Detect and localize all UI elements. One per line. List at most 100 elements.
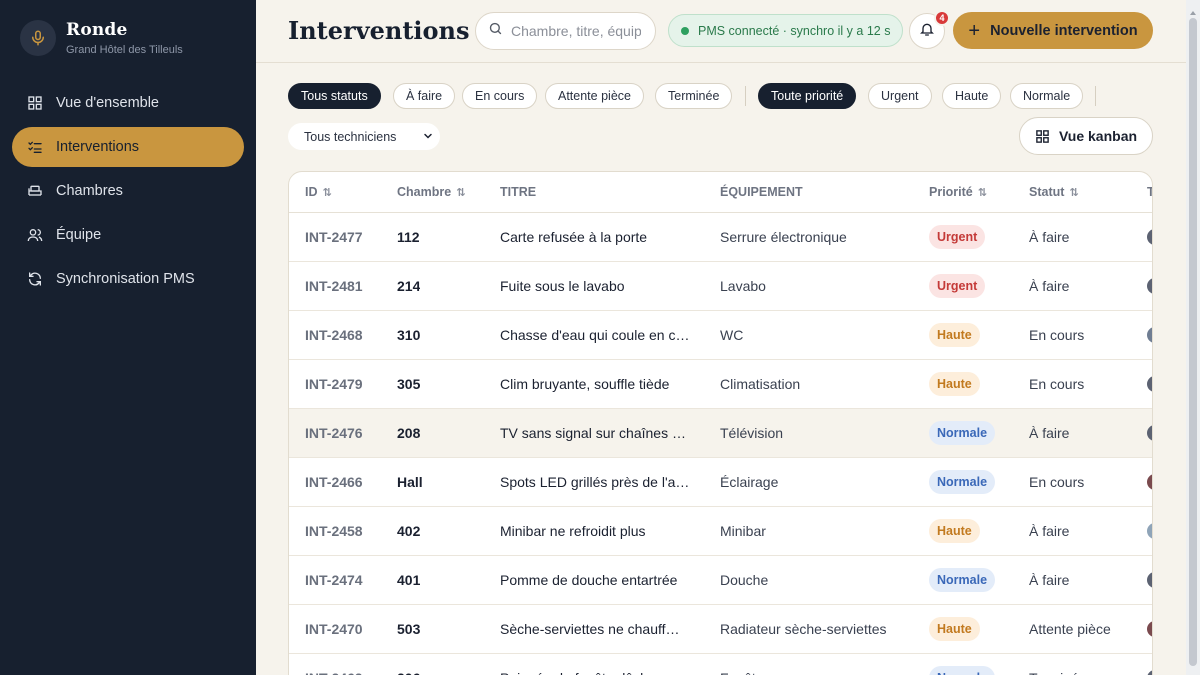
- status-text: En cours: [1029, 474, 1085, 490]
- technician-avatar: [1147, 376, 1152, 392]
- filter-priority-high[interactable]: Haute: [942, 83, 1002, 109]
- table-row[interactable]: INT-2468 310 Chasse d'eau qui coule en c… W…: [289, 311, 1152, 360]
- intervention-id: INT-2476: [305, 425, 363, 441]
- sort-icon: ⇅: [1069, 186, 1079, 199]
- table-row[interactable]: INT-2462 206 Poignée de fenêtre lâche Fenêt…: [289, 654, 1152, 675]
- room-number: 401: [397, 572, 421, 588]
- equipment: Lavabo: [720, 278, 766, 294]
- priority-badge: Urgent: [929, 274, 986, 298]
- room-number: 503: [397, 621, 421, 637]
- sync-icon: [26, 270, 44, 288]
- notifications-button[interactable]: 4: [909, 10, 950, 49]
- sidebar: Ronde Grand Hôtel des Tilleuls Vue d'ens…: [0, 0, 256, 675]
- sidebar-item-label: Chambres: [56, 183, 123, 199]
- room-number: Hall: [397, 474, 423, 490]
- sidebar-item-interventions[interactable]: Interventions: [12, 127, 244, 167]
- table-row[interactable]: INT-2476 208 TV sans signal sur chaînes … T…: [289, 409, 1152, 458]
- table-row[interactable]: INT-2479 305 Clim bruyante, souffle tiède C…: [289, 360, 1152, 409]
- table-row[interactable]: INT-2470 503 Sèche-serviettes ne chauff… Ra…: [289, 605, 1152, 654]
- status-text: À faire: [1029, 523, 1070, 539]
- filter-status-in-progress[interactable]: En cours: [462, 83, 538, 109]
- status-text: À faire: [1029, 572, 1070, 588]
- priority-badge: Haute: [929, 519, 980, 543]
- room-number: 208: [397, 425, 421, 441]
- status-text: À faire: [1029, 278, 1070, 294]
- status-text: En cours: [1029, 376, 1085, 392]
- sidebar-item-team[interactable]: Équipe: [12, 215, 244, 255]
- intervention-id: INT-2474: [305, 572, 363, 588]
- filter-status-todo[interactable]: À faire: [393, 83, 456, 109]
- pms-status-text: PMS connecté · synchro il y a 12 s: [698, 23, 891, 38]
- intervention-id: INT-2458: [305, 523, 363, 539]
- sidebar-nav: Vue d'ensemble Interventions Chambres Éq…: [12, 83, 244, 303]
- intervention-id: INT-2462: [305, 670, 363, 675]
- room-number: 112: [397, 229, 420, 245]
- new-intervention-label: Nouvelle intervention: [990, 22, 1138, 39]
- column-header-id[interactable]: ID ⇅: [305, 185, 332, 199]
- technician-avatar: [1147, 474, 1152, 490]
- page-title: Interventions: [288, 16, 470, 45]
- intervention-title: Clim bruyante, souffle tiède: [500, 376, 670, 392]
- sidebar-item-pms-sync[interactable]: Synchronisation PMS: [12, 259, 244, 299]
- brand-name: Ronde: [66, 20, 128, 40]
- status-text: En cours: [1029, 327, 1085, 343]
- equipment: Radiateur sèche-serviettes: [720, 621, 887, 637]
- table-row[interactable]: INT-2474 401 Pomme de douche entartrée Douc…: [289, 556, 1152, 605]
- intervention-title: Spots LED grillés près de l'a…: [500, 474, 690, 490]
- scrollbar-thumb[interactable]: [1189, 18, 1197, 666]
- brand: Ronde Grand Hôtel des Tilleuls: [20, 20, 183, 56]
- intervention-id: INT-2479: [305, 376, 363, 392]
- priority-badge: Normale: [929, 421, 996, 445]
- column-header-status[interactable]: Statut ⇅: [1029, 185, 1079, 199]
- microphone-icon: [20, 20, 56, 56]
- filter-priority-urgent[interactable]: Urgent: [868, 83, 932, 109]
- bell-icon: [919, 21, 935, 42]
- table-row[interactable]: INT-2481 214 Fuite sous le lavabo Lavabo Urg…: [289, 262, 1152, 311]
- sidebar-item-overview[interactable]: Vue d'ensemble: [12, 83, 244, 123]
- kanban-view-button[interactable]: Vue kanban: [1019, 117, 1153, 155]
- status-text: À faire: [1029, 425, 1070, 441]
- filter-status-done[interactable]: Terminée: [655, 83, 733, 109]
- column-header-room[interactable]: Chambre ⇅: [397, 185, 465, 199]
- sort-icon: ⇅: [977, 186, 987, 199]
- room-number: 305: [397, 376, 421, 392]
- room-number: 214: [397, 278, 421, 294]
- topbar: Interventions PMS connecté · synchro il …: [256, 0, 1186, 63]
- equipment: Minibar: [720, 523, 766, 539]
- filter-status-all[interactable]: Tous statuts: [288, 83, 381, 109]
- column-header-technician: T: [1147, 185, 1152, 199]
- grid-icon: [1035, 129, 1050, 144]
- priority-badge: Haute: [929, 323, 980, 347]
- intervention-title: Poignée de fenêtre lâche: [500, 670, 690, 675]
- technician-avatar: [1147, 670, 1152, 675]
- table-row[interactable]: INT-2458 402 Minibar ne refroidit plus Mini…: [289, 507, 1152, 556]
- technician-select[interactable]: Tous techniciens: [288, 123, 440, 150]
- status-text: Terminée: [1029, 670, 1087, 675]
- table-row[interactable]: INT-2477 112 Carte refusée à la porte Serru…: [289, 213, 1152, 262]
- table-row[interactable]: INT-2466 Hall Spots LED grillés près de l'…: [289, 458, 1152, 507]
- priority-badge: Haute: [929, 372, 980, 396]
- interventions-table: ID ⇅ Chambre ⇅ TITRE ÉQUIPEMENT Priorité ⇅ …: [288, 171, 1153, 675]
- sidebar-item-rooms[interactable]: Chambres: [12, 171, 244, 211]
- column-header-equipment: ÉQUIPEMENT: [720, 185, 803, 199]
- status-dot-icon: [681, 26, 689, 35]
- filter-status-waiting-part[interactable]: Attente pièce: [545, 83, 644, 109]
- intervention-title: Pomme de douche entartrée: [500, 572, 678, 588]
- intervention-id: INT-2470: [305, 621, 363, 637]
- intervention-title: Fuite sous le lavabo: [500, 278, 625, 294]
- column-header-priority[interactable]: Priorité ⇅: [929, 185, 987, 199]
- sidebar-item-label: Vue d'ensemble: [56, 95, 159, 111]
- filter-priority-all[interactable]: Toute priorité: [758, 83, 857, 109]
- page-scrollbar[interactable]: [1186, 0, 1200, 675]
- intervention-id: INT-2468: [305, 327, 363, 343]
- scroll-up-icon[interactable]: [1189, 4, 1197, 15]
- search-input[interactable]: [511, 23, 641, 39]
- filter-priority-normal[interactable]: Normale: [1010, 83, 1084, 109]
- equipment: Fenêtre: [720, 670, 910, 675]
- search-box[interactable]: [475, 12, 656, 50]
- new-intervention-button[interactable]: + Nouvelle intervention: [953, 12, 1153, 49]
- technician-avatar: [1147, 425, 1152, 441]
- table-header: ID ⇅ Chambre ⇅ TITRE ÉQUIPEMENT Priorité ⇅ …: [289, 172, 1152, 213]
- bed-icon: [26, 182, 44, 200]
- priority-badge: Normale: [929, 666, 996, 675]
